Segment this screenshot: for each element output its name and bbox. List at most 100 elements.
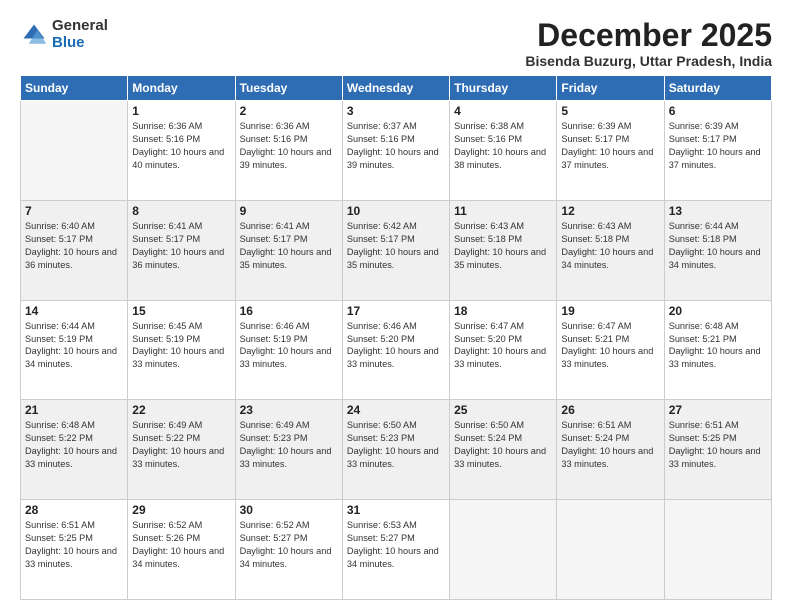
day-info: Sunrise: 6:41 AMSunset: 5:17 PMDaylight:… bbox=[132, 220, 230, 272]
calendar-day-cell: 17 Sunrise: 6:46 AMSunset: 5:20 PMDaylig… bbox=[342, 300, 449, 400]
header-tuesday: Tuesday bbox=[235, 76, 342, 101]
calendar-day-cell: 26 Sunrise: 6:51 AMSunset: 5:24 PMDaylig… bbox=[557, 400, 664, 500]
day-number: 7 bbox=[25, 204, 123, 218]
day-number: 20 bbox=[669, 304, 767, 318]
header-friday: Friday bbox=[557, 76, 664, 101]
calendar-day-cell bbox=[664, 500, 771, 600]
header: General Blue December 2025 Bisenda Buzur… bbox=[20, 18, 772, 69]
logo-blue-label: Blue bbox=[52, 35, 108, 52]
calendar-day-cell: 10 Sunrise: 6:42 AMSunset: 5:17 PMDaylig… bbox=[342, 200, 449, 300]
title-block: December 2025 Bisenda Buzurg, Uttar Prad… bbox=[525, 18, 772, 69]
day-number: 26 bbox=[561, 403, 659, 417]
logo-text: General Blue bbox=[52, 18, 108, 51]
header-wednesday: Wednesday bbox=[342, 76, 449, 101]
day-info: Sunrise: 6:49 AMSunset: 5:22 PMDaylight:… bbox=[132, 419, 230, 471]
day-info: Sunrise: 6:37 AMSunset: 5:16 PMDaylight:… bbox=[347, 120, 445, 172]
calendar-day-cell: 7 Sunrise: 6:40 AMSunset: 5:17 PMDayligh… bbox=[21, 200, 128, 300]
day-number: 29 bbox=[132, 503, 230, 517]
header-sunday: Sunday bbox=[21, 76, 128, 101]
day-info: Sunrise: 6:52 AMSunset: 5:26 PMDaylight:… bbox=[132, 519, 230, 571]
day-number: 25 bbox=[454, 403, 552, 417]
calendar-day-cell: 12 Sunrise: 6:43 AMSunset: 5:18 PMDaylig… bbox=[557, 200, 664, 300]
day-number: 16 bbox=[240, 304, 338, 318]
day-number: 28 bbox=[25, 503, 123, 517]
day-number: 21 bbox=[25, 403, 123, 417]
day-info: Sunrise: 6:39 AMSunset: 5:17 PMDaylight:… bbox=[561, 120, 659, 172]
calendar-day-cell bbox=[450, 500, 557, 600]
logo: General Blue bbox=[20, 18, 108, 51]
calendar-day-cell: 18 Sunrise: 6:47 AMSunset: 5:20 PMDaylig… bbox=[450, 300, 557, 400]
day-info: Sunrise: 6:51 AMSunset: 5:25 PMDaylight:… bbox=[669, 419, 767, 471]
calendar-day-cell: 27 Sunrise: 6:51 AMSunset: 5:25 PMDaylig… bbox=[664, 400, 771, 500]
day-number: 4 bbox=[454, 104, 552, 118]
header-monday: Monday bbox=[128, 76, 235, 101]
day-number: 17 bbox=[347, 304, 445, 318]
calendar-day-cell: 1 Sunrise: 6:36 AMSunset: 5:16 PMDayligh… bbox=[128, 101, 235, 201]
day-number: 12 bbox=[561, 204, 659, 218]
logo-icon bbox=[20, 21, 48, 49]
day-number: 15 bbox=[132, 304, 230, 318]
calendar-week-row: 7 Sunrise: 6:40 AMSunset: 5:17 PMDayligh… bbox=[21, 200, 772, 300]
day-info: Sunrise: 6:46 AMSunset: 5:20 PMDaylight:… bbox=[347, 320, 445, 372]
day-number: 30 bbox=[240, 503, 338, 517]
calendar-day-cell: 11 Sunrise: 6:43 AMSunset: 5:18 PMDaylig… bbox=[450, 200, 557, 300]
day-number: 5 bbox=[561, 104, 659, 118]
day-number: 22 bbox=[132, 403, 230, 417]
calendar-day-cell: 3 Sunrise: 6:37 AMSunset: 5:16 PMDayligh… bbox=[342, 101, 449, 201]
day-number: 8 bbox=[132, 204, 230, 218]
calendar-day-cell bbox=[21, 101, 128, 201]
calendar-day-cell: 4 Sunrise: 6:38 AMSunset: 5:16 PMDayligh… bbox=[450, 101, 557, 201]
day-number: 18 bbox=[454, 304, 552, 318]
calendar-day-cell: 19 Sunrise: 6:47 AMSunset: 5:21 PMDaylig… bbox=[557, 300, 664, 400]
day-info: Sunrise: 6:41 AMSunset: 5:17 PMDaylight:… bbox=[240, 220, 338, 272]
calendar-day-cell bbox=[557, 500, 664, 600]
calendar-day-cell: 8 Sunrise: 6:41 AMSunset: 5:17 PMDayligh… bbox=[128, 200, 235, 300]
day-info: Sunrise: 6:52 AMSunset: 5:27 PMDaylight:… bbox=[240, 519, 338, 571]
calendar-day-cell: 21 Sunrise: 6:48 AMSunset: 5:22 PMDaylig… bbox=[21, 400, 128, 500]
calendar-table: Sunday Monday Tuesday Wednesday Thursday… bbox=[20, 75, 772, 600]
day-number: 13 bbox=[669, 204, 767, 218]
day-number: 9 bbox=[240, 204, 338, 218]
day-info: Sunrise: 6:47 AMSunset: 5:21 PMDaylight:… bbox=[561, 320, 659, 372]
calendar-week-row: 1 Sunrise: 6:36 AMSunset: 5:16 PMDayligh… bbox=[21, 101, 772, 201]
calendar-week-row: 21 Sunrise: 6:48 AMSunset: 5:22 PMDaylig… bbox=[21, 400, 772, 500]
day-number: 31 bbox=[347, 503, 445, 517]
header-thursday: Thursday bbox=[450, 76, 557, 101]
day-number: 11 bbox=[454, 204, 552, 218]
calendar-day-cell: 22 Sunrise: 6:49 AMSunset: 5:22 PMDaylig… bbox=[128, 400, 235, 500]
day-info: Sunrise: 6:53 AMSunset: 5:27 PMDaylight:… bbox=[347, 519, 445, 571]
calendar-day-cell: 23 Sunrise: 6:49 AMSunset: 5:23 PMDaylig… bbox=[235, 400, 342, 500]
day-number: 10 bbox=[347, 204, 445, 218]
day-info: Sunrise: 6:50 AMSunset: 5:24 PMDaylight:… bbox=[454, 419, 552, 471]
calendar-day-cell: 20 Sunrise: 6:48 AMSunset: 5:21 PMDaylig… bbox=[664, 300, 771, 400]
calendar-day-cell: 29 Sunrise: 6:52 AMSunset: 5:26 PMDaylig… bbox=[128, 500, 235, 600]
day-info: Sunrise: 6:47 AMSunset: 5:20 PMDaylight:… bbox=[454, 320, 552, 372]
day-info: Sunrise: 6:38 AMSunset: 5:16 PMDaylight:… bbox=[454, 120, 552, 172]
calendar-day-cell: 6 Sunrise: 6:39 AMSunset: 5:17 PMDayligh… bbox=[664, 101, 771, 201]
calendar-day-cell: 16 Sunrise: 6:46 AMSunset: 5:19 PMDaylig… bbox=[235, 300, 342, 400]
calendar-day-cell: 24 Sunrise: 6:50 AMSunset: 5:23 PMDaylig… bbox=[342, 400, 449, 500]
day-number: 23 bbox=[240, 403, 338, 417]
day-info: Sunrise: 6:36 AMSunset: 5:16 PMDaylight:… bbox=[240, 120, 338, 172]
day-info: Sunrise: 6:44 AMSunset: 5:19 PMDaylight:… bbox=[25, 320, 123, 372]
day-number: 19 bbox=[561, 304, 659, 318]
calendar-page: General Blue December 2025 Bisenda Buzur… bbox=[0, 0, 792, 612]
calendar-day-cell: 15 Sunrise: 6:45 AMSunset: 5:19 PMDaylig… bbox=[128, 300, 235, 400]
calendar-day-cell: 28 Sunrise: 6:51 AMSunset: 5:25 PMDaylig… bbox=[21, 500, 128, 600]
day-number: 24 bbox=[347, 403, 445, 417]
calendar-day-cell: 13 Sunrise: 6:44 AMSunset: 5:18 PMDaylig… bbox=[664, 200, 771, 300]
calendar-week-row: 28 Sunrise: 6:51 AMSunset: 5:25 PMDaylig… bbox=[21, 500, 772, 600]
month-title: December 2025 bbox=[525, 18, 772, 53]
day-info: Sunrise: 6:43 AMSunset: 5:18 PMDaylight:… bbox=[454, 220, 552, 272]
day-info: Sunrise: 6:39 AMSunset: 5:17 PMDaylight:… bbox=[669, 120, 767, 172]
day-number: 3 bbox=[347, 104, 445, 118]
calendar-day-cell: 9 Sunrise: 6:41 AMSunset: 5:17 PMDayligh… bbox=[235, 200, 342, 300]
day-number: 27 bbox=[669, 403, 767, 417]
day-info: Sunrise: 6:43 AMSunset: 5:18 PMDaylight:… bbox=[561, 220, 659, 272]
day-info: Sunrise: 6:36 AMSunset: 5:16 PMDaylight:… bbox=[132, 120, 230, 172]
calendar-day-cell: 5 Sunrise: 6:39 AMSunset: 5:17 PMDayligh… bbox=[557, 101, 664, 201]
day-number: 2 bbox=[240, 104, 338, 118]
day-info: Sunrise: 6:46 AMSunset: 5:19 PMDaylight:… bbox=[240, 320, 338, 372]
day-info: Sunrise: 6:44 AMSunset: 5:18 PMDaylight:… bbox=[669, 220, 767, 272]
day-number: 14 bbox=[25, 304, 123, 318]
